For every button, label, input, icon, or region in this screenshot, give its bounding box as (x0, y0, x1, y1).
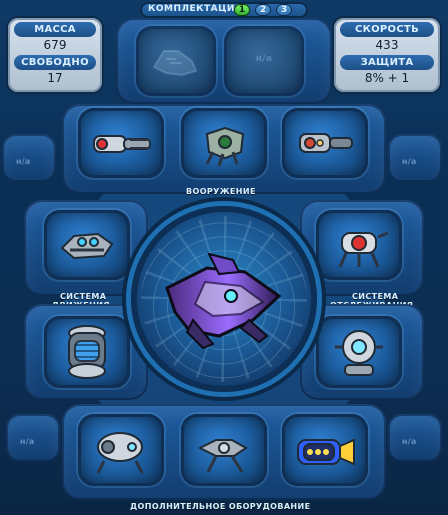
movement-slot-icon (44, 210, 130, 280)
gun-icon (197, 439, 248, 473)
reactor-icon (68, 325, 106, 379)
reactor-slot[interactable] (44, 316, 130, 388)
tab-1[interactable]: 1 (234, 4, 250, 16)
slot-decal-icon (136, 26, 216, 96)
ship-icon-wrap (131, 206, 317, 392)
gun-icon (299, 133, 353, 153)
shield-generator-icon (335, 330, 383, 376)
shield-generator-icon (96, 432, 144, 474)
weapon-slot-1-icon (78, 108, 164, 178)
weapon-slot-1[interactable] (78, 108, 164, 178)
tracking-slot[interactable] (316, 210, 402, 280)
weapon-slot-3[interactable] (282, 108, 368, 178)
equipment-slot-1[interactable] (78, 414, 164, 486)
left-stats-panel: МАССА 679 СВОБОДНО 17 (8, 18, 102, 92)
right-stats-panel: СКОРОСТЬ 433 ЗАЩИТА 8% + 1 (334, 18, 440, 92)
sensor-icon (338, 231, 389, 268)
equipment-slot-1-icon (78, 414, 164, 486)
reactor-slot-icon (44, 316, 130, 388)
equipment-slot-3-icon (282, 414, 368, 486)
weapon-slot-2[interactable] (181, 108, 267, 178)
tracking-label-line-1: СИСТЕМА (352, 292, 399, 301)
defense-value: 8% + 1 (364, 71, 410, 85)
top-slot-2[interactable]: н/а (224, 26, 304, 96)
equipment-slot-2[interactable] (181, 414, 267, 486)
right-mini-hint: н/а (402, 157, 417, 166)
additional-equipment-label: ДОПОЛНИТЕЛЬНОЕ ОБОРУДОВАНИЕ (130, 502, 311, 511)
gun-icon (205, 126, 245, 167)
speed-label: СКОРОСТЬ (340, 22, 434, 37)
top-slot-1[interactable] (136, 26, 216, 96)
engine-icon (297, 438, 355, 466)
left-mini-hint: н/а (16, 157, 31, 166)
configuration-title: КОМПЛЕКТАЦИЯ (148, 4, 243, 14)
weapon-slot-2-icon (181, 108, 267, 178)
gun-icon (93, 135, 151, 153)
equipment-slot-2-icon (181, 414, 267, 486)
movement-label-line-1: СИСТЕМА (60, 292, 107, 301)
movement-slot[interactable] (44, 210, 130, 280)
bottom-left-mini-hint: н/а (20, 437, 35, 446)
slot-na-hint: н/а (255, 54, 273, 64)
tab-3[interactable]: 3 (276, 4, 292, 16)
free-value: 17 (47, 71, 63, 85)
speed-value: 433 (375, 38, 399, 52)
configuration-tabbar: КОМПЛЕКТАЦИЯ 1 2 3 (140, 2, 308, 18)
tab-2[interactable]: 2 (255, 4, 271, 16)
equipment-slot-3[interactable] (282, 414, 368, 486)
free-label: СВОБОДНО (14, 55, 96, 70)
spaceship-icon (165, 252, 282, 350)
tracking-slot-icon (316, 210, 402, 280)
ship-preview (131, 206, 317, 392)
shield-slot[interactable] (316, 316, 402, 388)
mass-label: МАССА (14, 22, 96, 37)
defense-label: ЗАЩИТА (340, 55, 434, 70)
bottom-right-mini-hint: н/а (402, 437, 417, 446)
mass-value: 679 (43, 38, 67, 52)
engine-icon (60, 232, 114, 260)
outfitting-screen: КОМПЛЕКТАЦИЯ 1 2 3 МАССА 679 СВОБОДНО 17… (0, 0, 448, 515)
weapons-section-label: ВООРУЖЕНИЕ (186, 187, 256, 196)
shield-slot-icon (316, 316, 402, 388)
weapon-slot-3-icon (282, 108, 368, 178)
